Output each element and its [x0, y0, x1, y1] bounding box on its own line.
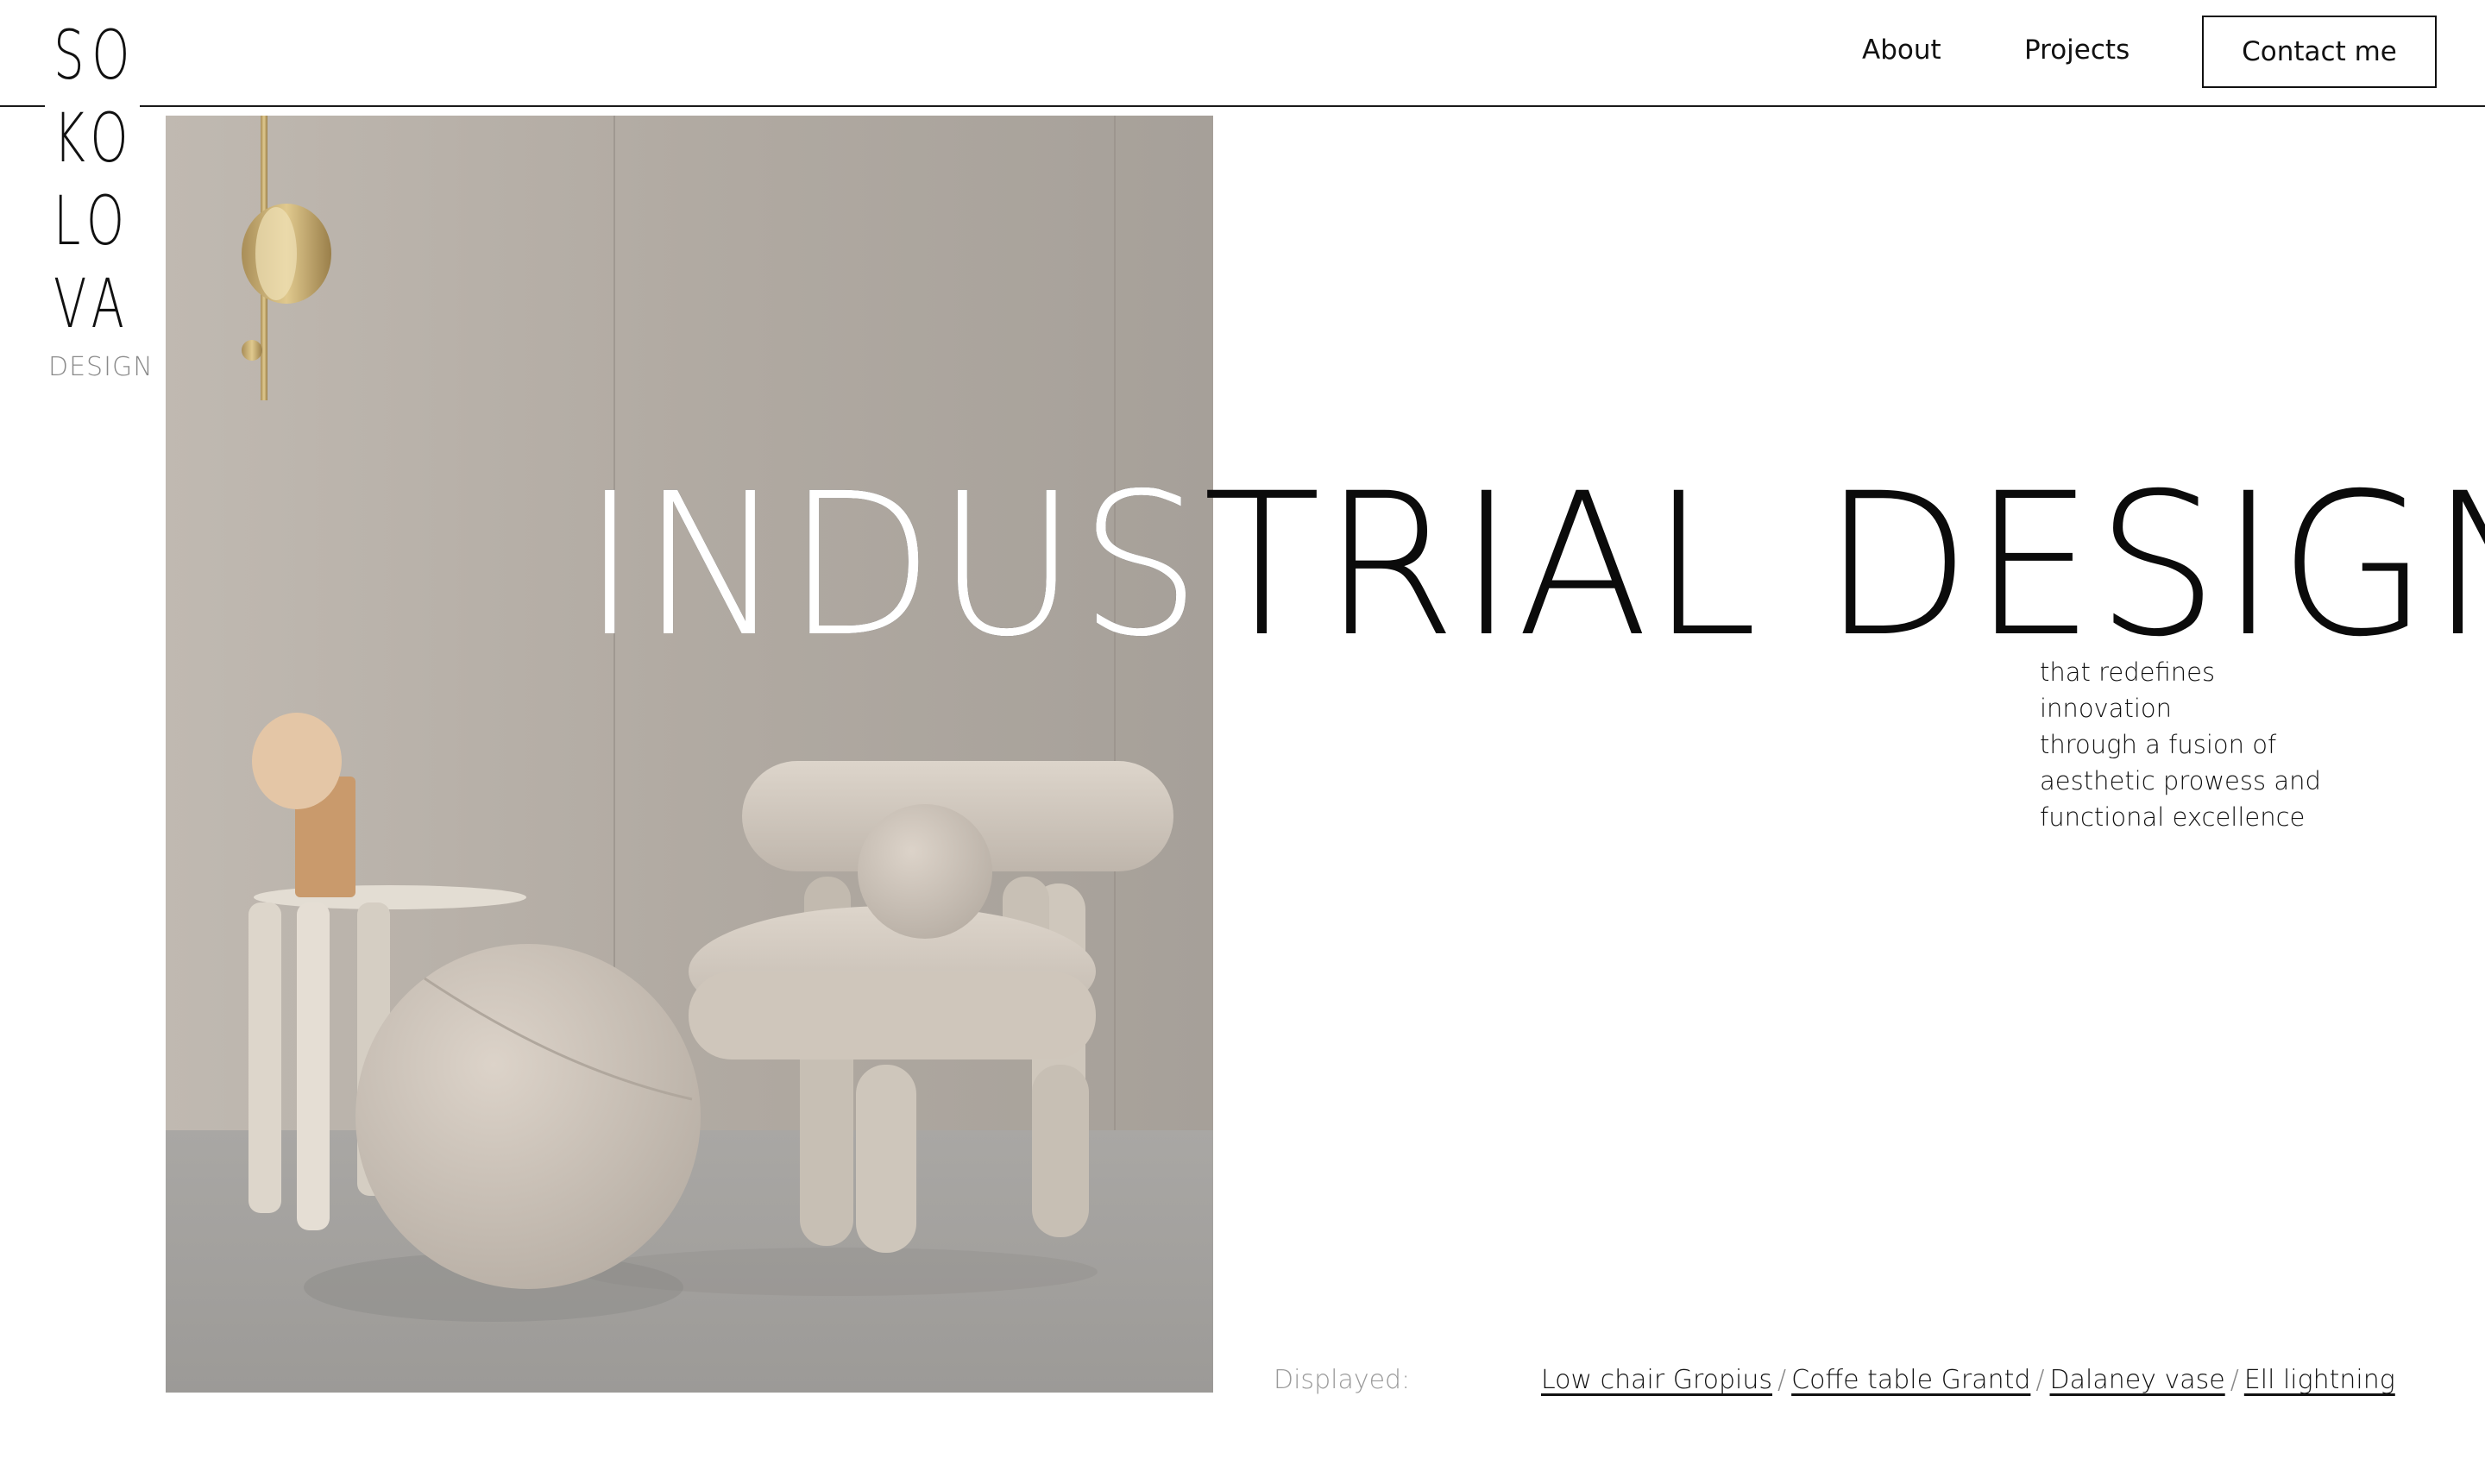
displayed-separator: / — [1777, 1365, 1787, 1395]
tagline: that redefines innovation through a fusi… — [2040, 654, 2350, 835]
tagline-line: through a fusion of — [2040, 730, 2277, 759]
nav-about-link[interactable]: About — [1862, 35, 1941, 66]
hero-photo — [166, 116, 1213, 1393]
hero-illustration — [166, 116, 1213, 1393]
displayed-link-low-chair[interactable]: Low chair Gropius — [1541, 1365, 1772, 1395]
contact-me-button[interactable]: Contact me — [2202, 16, 2437, 88]
displayed-separator: / — [2230, 1365, 2239, 1395]
header-divider — [0, 105, 2485, 107]
brand-logo[interactable]: SO KO LO VA DESIGN — [45, 17, 153, 388]
headline: INDUSTRIAL DESIGN INDUSTRIAL DESIGN — [0, 466, 2485, 664]
logo-subtitle: DESIGN — [48, 352, 154, 382]
logo-row-4: VA — [53, 266, 132, 343]
displayed-link-vase[interactable]: Dalaney vase — [2050, 1365, 2225, 1395]
displayed-list: Low chair Gropius / Coffe table Grantd / Dal… — [1541, 1365, 2395, 1395]
tagline-line: aesthetic prowess and — [2040, 766, 2321, 795]
displayed-separator: / — [2035, 1365, 2045, 1395]
displayed-link-coffee-table[interactable]: Coffe table Grantd — [1791, 1365, 2030, 1395]
displayed-label: Displayed: — [1274, 1365, 1411, 1395]
tagline-line: functional excellence — [2040, 802, 2306, 832]
nav-projects-link[interactable]: Projects — [2024, 35, 2130, 66]
logo-row-1: SO — [53, 17, 138, 95]
displayed-link-lightning[interactable]: Ell lightning — [2244, 1365, 2395, 1395]
tagline-line: that redefines innovation — [2040, 657, 2216, 723]
logo-row-2: KO — [53, 100, 136, 178]
logo-row-3: LO — [53, 183, 132, 261]
